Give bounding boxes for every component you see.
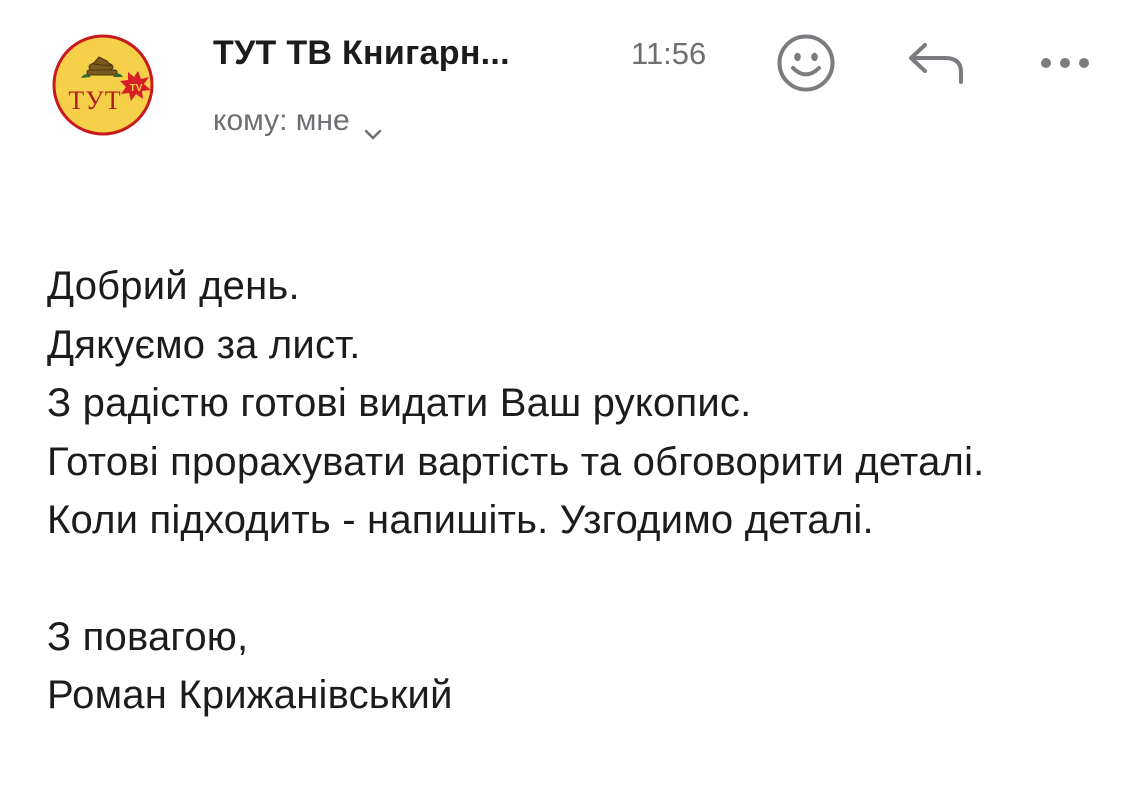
message-body: Добрий день. Дякуємо за лист. З радістю … xyxy=(47,257,1107,725)
more-options-button[interactable] xyxy=(1038,52,1092,74)
message-line: Коли підходить - напишіть. Узгодимо дета… xyxy=(47,498,874,542)
chevron-down-icon xyxy=(364,115,382,140)
logo-badge: TV xyxy=(130,83,143,94)
signature-closing: З повагою, xyxy=(47,614,249,659)
recipient-label: кому: мне xyxy=(213,104,350,137)
tut-tv-logo: ТУТ TV xyxy=(52,34,154,136)
reply-button[interactable] xyxy=(907,41,965,85)
message-line: Готові прорахувати вартість та обговорит… xyxy=(47,439,985,484)
recipient-toggle[interactable]: кому: мне xyxy=(213,104,382,140)
message-time: 11:56 xyxy=(631,36,707,71)
message-line: Добрий день. xyxy=(47,264,300,308)
signature-name: Роман Крижанівський xyxy=(47,673,453,717)
message-line: З радістю готові видати Ваш рукопис. xyxy=(47,381,752,425)
message-header: ТУТ TV ТУТ ТВ Книгарн... 11:56 кому: мне xyxy=(0,0,1148,160)
emoji-reaction-button[interactable] xyxy=(776,33,836,93)
sender-avatar[interactable]: ТУТ TV xyxy=(51,33,155,137)
reply-icon xyxy=(909,43,963,84)
sender-name[interactable]: ТУТ ТВ Книгарн... xyxy=(213,34,510,73)
logo-text: ТУТ xyxy=(68,86,121,115)
message-line: Дякуємо за лист. xyxy=(47,322,361,367)
smiley-icon xyxy=(777,34,835,92)
more-icon xyxy=(1041,58,1089,68)
